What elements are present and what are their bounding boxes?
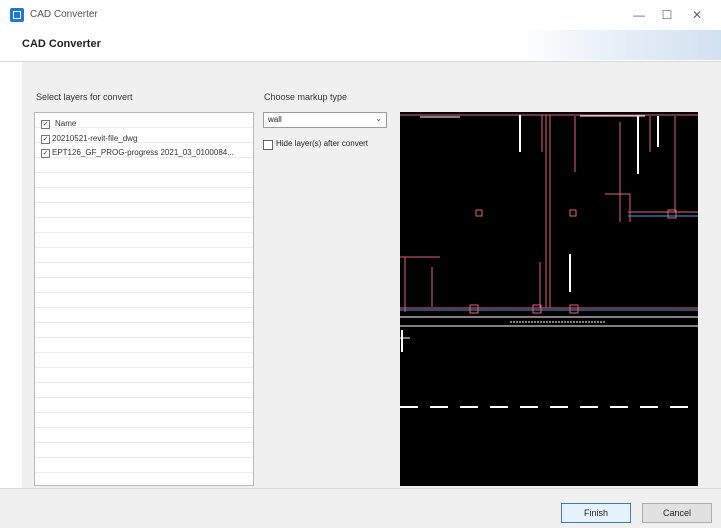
layer-list-header[interactable]: ✓ Name — [35, 117, 253, 131]
title-bar: CAD Converter — ☐ ✕ — [0, 0, 721, 30]
dialog-header — [0, 30, 721, 60]
hide-layers-label: Hide layer(s) after convert — [276, 139, 369, 148]
cad-converter-icon — [10, 8, 24, 22]
dialog-footer: Finish Cancel — [0, 488, 721, 528]
name-column-header: Name — [55, 119, 77, 128]
markup-type-dropdown[interactable]: wall ⌄ — [263, 112, 387, 128]
window-title: CAD Converter — [30, 9, 98, 20]
maximize-button[interactable]: ☐ — [654, 6, 680, 24]
layers-label: Select layers for convert — [36, 92, 133, 102]
layer-checkbox[interactable]: ✓ — [41, 135, 50, 144]
dialog-content: Select layers for convert ✓ Name ✓ 20210… — [22, 62, 721, 488]
cad-preview — [400, 112, 698, 486]
layer-checkbox[interactable]: ✓ — [41, 149, 50, 158]
cad-preview-drawing — [400, 114, 698, 408]
markup-type-value: wall — [268, 115, 282, 124]
finish-button[interactable]: Finish — [561, 503, 631, 523]
minimize-button[interactable]: — — [626, 6, 652, 24]
markup-type-label: Choose markup type — [264, 92, 348, 102]
dialog-title: CAD Converter — [22, 38, 101, 50]
select-all-checkbox[interactable]: ✓ — [41, 120, 50, 129]
layer-name: EPT126_GF_PROG-progress 2021_03_0100084.… — [52, 148, 234, 157]
chevron-down-icon[interactable]: ⌄ — [375, 114, 382, 123]
layer-list-item[interactable]: ✓ 20210521-revit-file_dwg — [35, 132, 253, 146]
hide-layers-option[interactable]: Hide layer(s) after convert — [263, 139, 393, 151]
layer-name: 20210521-revit-file_dwg — [52, 134, 138, 143]
cancel-button[interactable]: Cancel — [642, 503, 712, 523]
layer-list-item[interactable]: ✓ EPT126_GF_PROG-progress 2021_03_010008… — [35, 146, 253, 160]
close-button[interactable]: ✕ — [684, 6, 710, 24]
layer-list[interactable]: ✓ Name ✓ 20210521-revit-file_dwg ✓ EPT12… — [34, 112, 254, 486]
hide-layers-checkbox[interactable] — [263, 140, 273, 150]
